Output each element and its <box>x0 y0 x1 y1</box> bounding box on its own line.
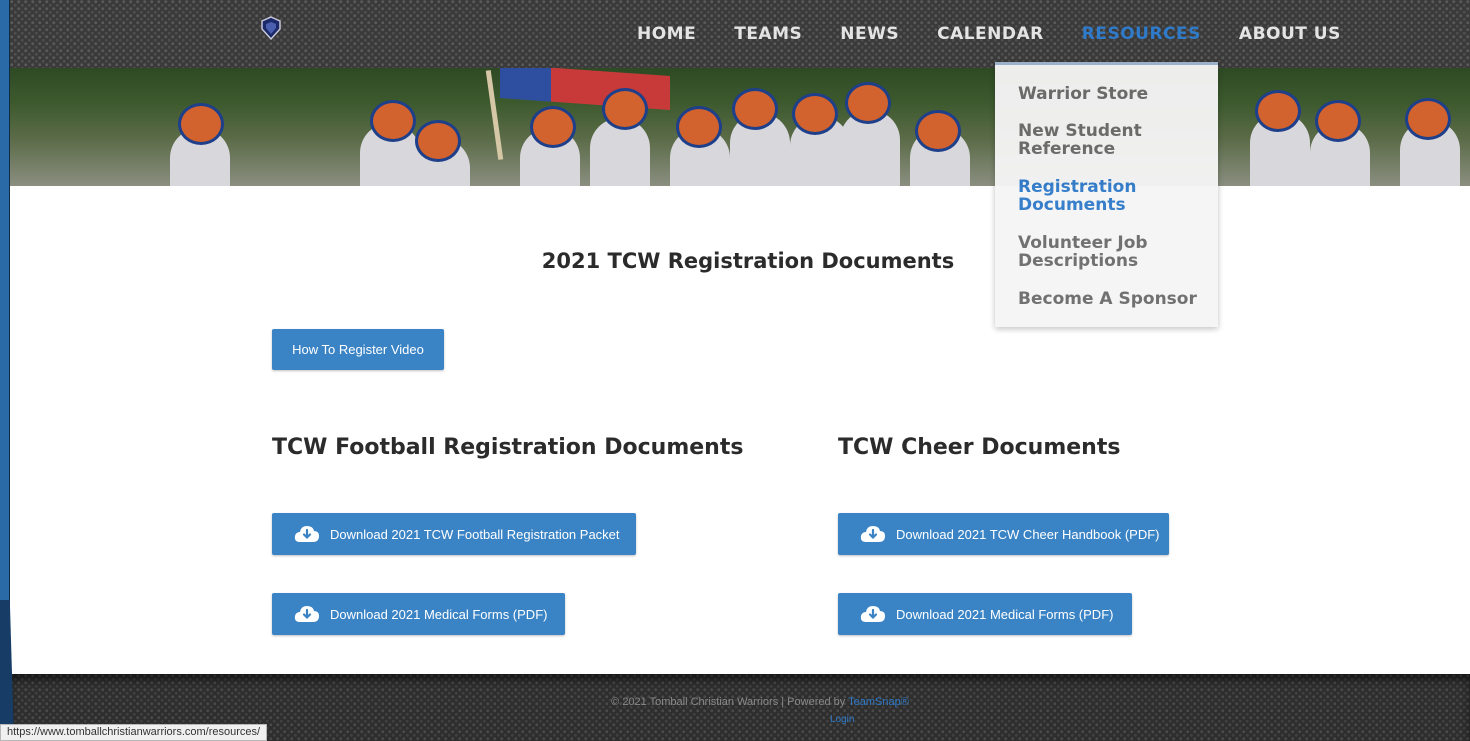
player-helmet <box>845 82 891 124</box>
menu-item-warrior-store[interactable]: Warrior Store <box>1018 85 1203 103</box>
football-section-heading: TCW Football Registration Documents <box>272 435 744 460</box>
download-football-medical-forms-button[interactable]: Download 2021 Medical Forms (PDF) <box>272 593 565 635</box>
download-football-packet-button[interactable]: Download 2021 TCW Football Registration … <box>272 513 636 555</box>
page-title: 2021 TCW Registration Documents <box>541 249 955 273</box>
menu-item-registration-documents[interactable]: Registration Documents <box>1018 178 1203 214</box>
resources-dropdown-menu: Warrior Store New Student Reference Regi… <box>995 62 1218 327</box>
left-edge-strip <box>0 0 10 741</box>
cheer-section-heading: TCW Cheer Documents <box>838 435 1121 460</box>
player-helmet <box>530 106 576 148</box>
cloud-download-icon <box>860 526 885 542</box>
download-cheer-medical-forms-button[interactable]: Download 2021 Medical Forms (PDF) <box>838 593 1132 635</box>
download-cheer-medical-forms-label: Download 2021 Medical Forms (PDF) <box>896 606 1114 622</box>
player-helmet <box>602 88 648 130</box>
main-nav: HOME TEAMS NEWS CALENDAR RESOURCES ABOUT… <box>618 20 1360 48</box>
browser-status-bar: https://www.tomballchristianwarriors.com… <box>0 724 268 741</box>
nav-home[interactable]: HOME <box>618 20 715 48</box>
site-header: HOME TEAMS NEWS CALENDAR RESOURCES ABOUT… <box>10 0 1470 68</box>
download-cheer-handbook-label: Download 2021 TCW Cheer Handbook (PDF) <box>896 526 1160 542</box>
nav-resources[interactable]: RESOURCES <box>1063 20 1220 48</box>
player-helmet <box>676 106 722 148</box>
cloud-download-icon <box>294 526 319 542</box>
nav-about-us[interactable]: ABOUT US <box>1220 20 1360 48</box>
player-helmet <box>178 103 224 145</box>
nav-news[interactable]: NEWS <box>821 20 918 48</box>
menu-item-new-student-reference[interactable]: New Student Reference <box>1018 122 1203 158</box>
player-helmet <box>415 120 461 162</box>
hero-banner-image <box>10 68 1470 186</box>
shield-logo-icon[interactable] <box>260 16 282 40</box>
player-helmet <box>370 100 416 142</box>
download-football-packet-label: Download 2021 TCW Football Registration … <box>330 526 620 542</box>
player-helmet <box>1315 100 1361 142</box>
teamsnap-link[interactable]: TeamSnap® <box>848 696 909 708</box>
footer-copyright: © 2021 Tomball Christian Warriors | Powe… <box>10 696 1470 708</box>
menu-item-become-a-sponsor[interactable]: Become A Sponsor <box>1018 290 1203 308</box>
player-helmet <box>1255 90 1301 132</box>
player-helmet <box>732 88 778 130</box>
footer-copyright-text: © 2021 Tomball Christian Warriors | Powe… <box>611 696 846 708</box>
footer-login-link[interactable]: Login <box>830 714 854 725</box>
download-cheer-handbook-button[interactable]: Download 2021 TCW Cheer Handbook (PDF) <box>838 513 1169 555</box>
menu-item-volunteer-job-descriptions[interactable]: Volunteer Job Descriptions <box>1018 234 1203 270</box>
how-to-register-video-button[interactable]: How To Register Video <box>272 329 444 370</box>
player-helmet <box>792 93 838 135</box>
player-helmet <box>915 110 961 152</box>
cloud-download-icon <box>294 606 319 622</box>
nav-calendar[interactable]: CALENDAR <box>918 20 1063 48</box>
download-football-medical-forms-label: Download 2021 Medical Forms (PDF) <box>330 606 548 622</box>
nav-teams[interactable]: TEAMS <box>715 20 821 48</box>
cloud-download-icon <box>860 606 885 622</box>
player-helmet <box>1405 98 1451 140</box>
